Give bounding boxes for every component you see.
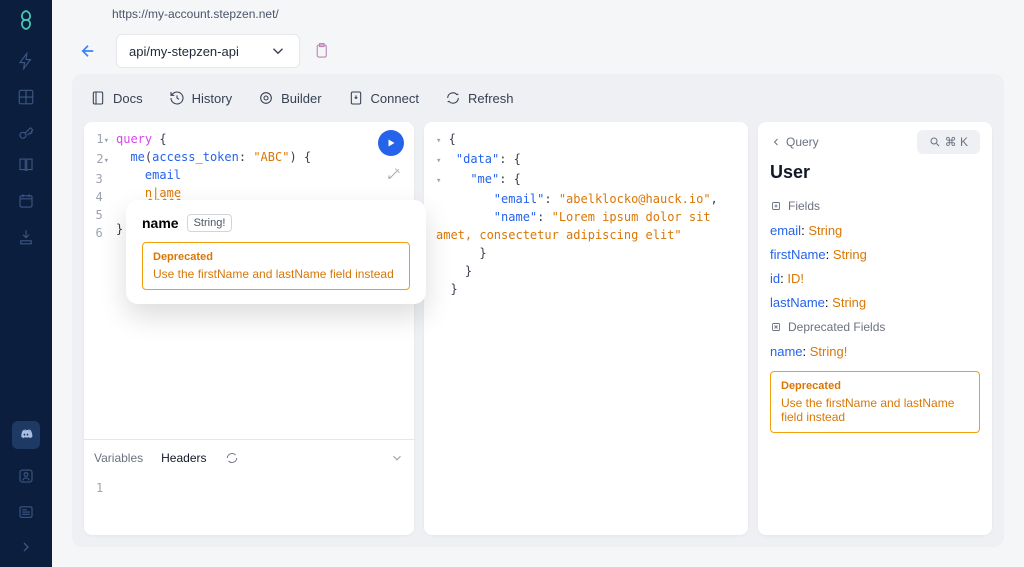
field-row[interactable]: email: String xyxy=(770,223,980,238)
main-area: https://my-account.stepzen.net/ api/my-s… xyxy=(52,0,1024,567)
docs-pane: Query ⌘ K User Fields email: String xyxy=(758,122,992,535)
bolt-icon[interactable] xyxy=(17,52,35,70)
help-icon[interactable] xyxy=(17,467,35,485)
variables-editor[interactable]: 1 xyxy=(84,475,414,535)
fields-list: email: String firstName: String id: ID! … xyxy=(758,219,992,314)
clipboard-icon[interactable] xyxy=(312,42,330,60)
refresh-vars-icon[interactable] xyxy=(225,451,239,465)
field-row[interactable]: lastName: String xyxy=(770,295,980,310)
url-bar: https://my-account.stepzen.net/ xyxy=(52,0,1024,28)
back-button[interactable] xyxy=(72,35,104,67)
doc-deprecation-box: Deprecated Use the firstName and lastNam… xyxy=(770,371,980,433)
logo-icon[interactable] xyxy=(12,6,40,34)
doc-type-title: User xyxy=(758,162,992,193)
autocomplete-field-name: name xyxy=(142,215,179,231)
connect-button[interactable]: Connect xyxy=(348,90,419,106)
book-icon[interactable] xyxy=(17,156,35,174)
chevron-down-icon xyxy=(269,42,287,60)
key-icon[interactable] xyxy=(17,124,35,142)
fields-section-header[interactable]: Fields xyxy=(758,193,992,219)
calendar-icon[interactable] xyxy=(17,192,35,210)
run-button[interactable] xyxy=(378,130,404,156)
autocomplete-deprecation-box: Deprecated Use the firstName and lastNam… xyxy=(142,242,410,290)
toolbar: Docs History Builder Connect Refresh xyxy=(72,74,1004,122)
deprecated-fields-section-header[interactable]: Deprecated Fields xyxy=(758,314,992,340)
nav-group-top xyxy=(17,52,35,142)
query-editor-pane: 1▾ 2▾ 3 4 5 6 query { me(access_token: "… xyxy=(84,122,414,535)
autocomplete-field-type: String! xyxy=(187,214,233,232)
search-shortcut[interactable]: ⌘ K xyxy=(917,130,980,154)
app-sidebar xyxy=(0,0,52,567)
workspace: Docs History Builder Connect Refresh xyxy=(72,74,1004,547)
refresh-button[interactable]: Refresh xyxy=(445,90,514,106)
expand-vars-icon[interactable] xyxy=(390,451,404,465)
result-pane: ▾ { ▾ "data": { ▾ "me": { "email": "abel… xyxy=(424,122,748,535)
download-icon[interactable] xyxy=(17,228,35,246)
history-button[interactable]: History xyxy=(169,90,232,106)
variables-tab-bar: Variables Headers xyxy=(84,439,414,475)
nav-group-bottom xyxy=(12,421,40,521)
expand-sidebar-icon[interactable] xyxy=(18,539,34,555)
builder-button[interactable]: Builder xyxy=(258,90,321,106)
field-row[interactable]: id: ID! xyxy=(770,271,980,286)
headers-tab[interactable]: Headers xyxy=(161,451,206,465)
json-result[interactable]: ▾ { ▾ "data": { ▾ "me": { "email": "abel… xyxy=(424,122,748,306)
endpoint-selector[interactable]: api/my-stepzen-api xyxy=(116,34,300,68)
nav-group-middle xyxy=(17,156,35,246)
prettify-icon[interactable] xyxy=(386,166,402,182)
field-row[interactable]: name: String! xyxy=(770,344,980,359)
deprecated-fields-list: name: String! xyxy=(758,340,992,363)
grid-icon[interactable] xyxy=(17,88,35,106)
discord-icon[interactable] xyxy=(12,421,40,449)
top-bar: api/my-stepzen-api xyxy=(52,28,1024,74)
docs-button[interactable]: Docs xyxy=(90,90,143,106)
field-row[interactable]: firstName: String xyxy=(770,247,980,262)
docs-back-button[interactable]: Query xyxy=(770,135,819,149)
news-icon[interactable] xyxy=(17,503,35,521)
editor-gutter: 1▾ 2▾ 3 4 5 6 xyxy=(88,130,110,431)
autocomplete-tooltip: name String! Deprecated Use the firstNam… xyxy=(126,200,426,304)
endpoint-name: api/my-stepzen-api xyxy=(129,44,239,59)
variables-tab[interactable]: Variables xyxy=(94,451,143,465)
